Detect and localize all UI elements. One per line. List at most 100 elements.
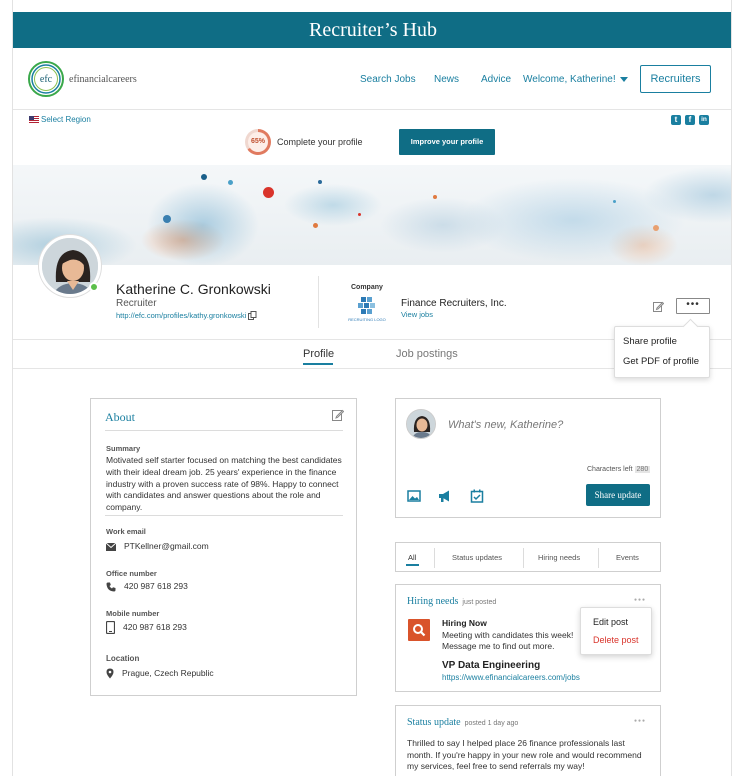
region-label: Select Region: [41, 115, 91, 124]
recruiters-button[interactable]: Recruiters: [640, 65, 711, 93]
online-status-dot: [89, 282, 99, 292]
profile-url-link[interactable]: http://efc.com/profiles/kathy.gronkowski: [116, 311, 246, 320]
work-email-row: PTKellner@gmail.com: [105, 541, 209, 551]
filter-hiring-needs[interactable]: Hiring needs: [538, 553, 580, 562]
menu-edit-post[interactable]: Edit post: [593, 617, 628, 627]
menu-delete-post[interactable]: Delete post: [593, 635, 639, 645]
banner-paint-dot: [318, 180, 322, 184]
filter-status-updates[interactable]: Status updates: [452, 553, 502, 562]
profile-role: Recruiter: [116, 298, 157, 309]
location-value: Prague, Czech Republic: [122, 668, 214, 678]
filter-separator: [434, 548, 435, 568]
banner-paint-dot: [163, 215, 171, 223]
envelope-icon: [105, 542, 117, 551]
post-composer: What's new, Katherine? Characters left 28…: [395, 398, 661, 518]
complete-profile-text: Complete your profile: [277, 137, 363, 147]
mobile-number-row: 420 987 618 293: [105, 620, 187, 635]
banner-paint-dot: [653, 225, 659, 231]
profile-banner-image: [13, 165, 731, 265]
logo-text: efinancialcareers: [69, 74, 137, 85]
banner-paint-dot: [313, 223, 318, 228]
office-number-value: 420 987 618 293: [124, 581, 188, 591]
welcome-label: Welcome, Katherine!: [523, 74, 616, 85]
profile-progress-circle: 65%: [245, 129, 271, 155]
filter-separator: [598, 548, 599, 568]
status-text: Thrilled to say I helped place 26 financ…: [407, 738, 642, 771]
improve-profile-button[interactable]: Improve your profile: [399, 129, 495, 155]
post-input[interactable]: What's new, Katherine?: [448, 419, 563, 431]
nav-advice[interactable]: Advice: [481, 74, 511, 85]
select-region-link[interactable]: Select Region: [29, 115, 91, 124]
about-divider: [105, 430, 343, 431]
post-options-icon[interactable]: ●●●: [634, 597, 646, 603]
view-jobs-link[interactable]: View jobs: [401, 310, 433, 319]
hiring-search-icon: [408, 619, 430, 641]
about-title: About: [105, 410, 135, 424]
office-number-row: 420 987 618 293: [106, 581, 188, 592]
calendar-check-icon[interactable]: [470, 489, 484, 503]
twitter-icon[interactable]: t: [671, 115, 681, 125]
characters-left-count: 280: [634, 466, 651, 473]
banner-paint-dot: [201, 174, 207, 180]
filter-all[interactable]: All: [408, 553, 416, 562]
banner-paint-dot: [433, 195, 437, 199]
about-divider: [105, 515, 343, 516]
banner-paint-dot: [613, 200, 616, 203]
map-pin-icon: [106, 668, 114, 679]
share-dropdown-menu: Share profile Get PDF of profile: [614, 326, 710, 378]
filter-events[interactable]: Events: [616, 553, 639, 562]
phone-icon: [106, 582, 116, 592]
post-options-icon[interactable]: ●●●: [634, 718, 646, 724]
job-link[interactable]: https://www.efinancialcareers.com/jobs: [442, 673, 580, 682]
header-divider: [318, 276, 319, 328]
tab-profile[interactable]: Profile: [303, 348, 334, 360]
more-options-button[interactable]: •••: [676, 298, 710, 314]
copy-icon[interactable]: [248, 311, 257, 320]
facebook-icon[interactable]: f: [685, 115, 695, 125]
post-header: Status update posted 1 day ago: [407, 717, 518, 728]
profile-name: Katherine C. Gronkowski: [116, 281, 271, 297]
filter-separator: [523, 548, 524, 568]
job-title: VP Data Engineering: [442, 660, 541, 671]
about-card: About Summary Motivated self starter foc…: [90, 398, 357, 696]
active-filter-indicator: [406, 564, 419, 566]
location-row: Prague, Czech Republic: [106, 668, 214, 679]
nav-welcome-menu[interactable]: Welcome, Katherine!: [523, 74, 628, 85]
menu-get-pdf[interactable]: Get PDF of profile: [623, 356, 699, 367]
company-label: Company: [351, 284, 383, 291]
linkedin-icon[interactable]: in: [699, 115, 709, 125]
post-time: posted 1 day ago: [464, 720, 519, 727]
post-type: Status update: [407, 717, 461, 728]
company-name: Finance Recruiters, Inc.: [401, 298, 507, 309]
hub-title-bar: Recruiter’s Hub: [13, 12, 731, 48]
nav-search-jobs[interactable]: Search Jobs: [360, 74, 416, 85]
edit-pencil-icon[interactable]: [653, 301, 664, 312]
mobile-phone-icon: [105, 620, 116, 635]
image-icon[interactable]: [407, 489, 421, 503]
tab-job-postings[interactable]: Job postings: [396, 348, 458, 360]
banner-paint-dot: [228, 180, 233, 185]
edit-pencil-icon[interactable]: [332, 409, 344, 421]
mobile-number-label: Mobile number: [106, 609, 160, 618]
post-time: just posted: [462, 599, 497, 606]
share-update-button[interactable]: Share update: [586, 484, 650, 506]
top-nav: efc efinancialcareers Search Jobs News A…: [13, 48, 731, 110]
composer-avatar: [406, 409, 436, 439]
menu-share-profile[interactable]: Share profile: [623, 336, 677, 347]
summary-text: Motivated self starter focused on matchi…: [106, 455, 342, 513]
location-label: Location: [106, 654, 140, 663]
characters-left: Characters left 280: [587, 466, 651, 473]
caret-down-icon: [619, 76, 628, 82]
page-frame: Recruiter’s Hub efc efinancialcareers Se…: [12, 0, 732, 776]
feed-filter-bar: All Status updates Hiring needs Events: [395, 542, 661, 572]
work-email-label: Work email: [106, 527, 146, 536]
avatar-photo-icon: [407, 410, 435, 438]
hiring-title: Hiring Now: [442, 618, 487, 628]
characters-left-label: Characters left: [587, 466, 633, 473]
megaphone-icon[interactable]: [438, 489, 452, 503]
banner-paint-dot: [358, 213, 361, 216]
status-update-post: Status update posted 1 day ago ●●● Thrill…: [395, 705, 661, 776]
logo-mark: efc: [39, 74, 53, 85]
nav-news[interactable]: News: [434, 74, 459, 85]
post-options-menu: Edit post Delete post: [580, 607, 652, 655]
